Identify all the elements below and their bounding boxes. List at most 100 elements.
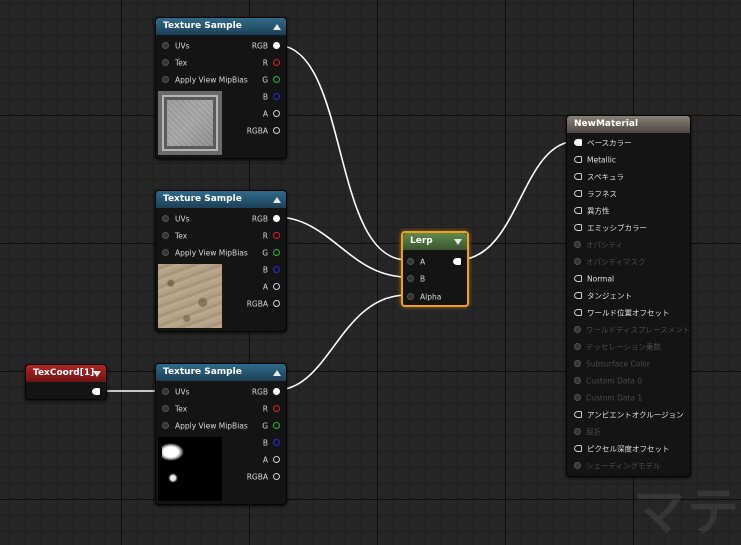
material-input-tangent[interactable]: タンジェント [574,287,632,304]
node-header[interactable]: Lerp [403,233,467,250]
texture-sample-node-2[interactable]: Texture Sample UVs Tex Apply View MipBia… [155,190,287,332]
output-b[interactable]: B [263,434,280,451]
output-g[interactable]: G [262,417,280,434]
pin-icon[interactable] [273,126,280,134]
pin-icon[interactable] [273,421,280,429]
texcoord-node[interactable]: TexCoord[1] [25,364,107,400]
input-tex[interactable]: Tex [162,227,187,244]
node-header[interactable]: Texture Sample [156,18,286,35]
output-rgb[interactable]: RGB [252,37,280,54]
material-input-base-color[interactable]: ベースカラー [574,134,632,151]
texture-sample-node-1[interactable]: Texture Sample UVs Tex Apply View MipBia… [155,17,287,159]
output-result[interactable] [448,253,461,270]
input-a[interactable]: A [407,253,425,270]
input-tex[interactable]: Tex [162,400,187,417]
pin-icon[interactable] [574,189,582,197]
collapse-arrow-icon[interactable] [273,197,281,203]
input-apply-view-mipbias[interactable]: Apply View MipBias [162,71,248,88]
input-alpha[interactable]: Alpha [407,288,441,305]
material-input-pixel-depth-offset[interactable]: ピクセル深度オフセット [574,440,670,457]
input-uvs[interactable]: UVs [162,210,190,227]
material-input-specular[interactable]: スペキュラ [574,168,624,185]
material-input-anisotropy[interactable]: 異方性 [574,202,610,219]
pin-icon[interactable] [162,387,169,395]
output-rgba[interactable]: RGBA [247,468,280,485]
output-g[interactable]: G [262,71,280,88]
output-g[interactable]: G [262,244,280,261]
node-header[interactable]: Texture Sample [156,364,286,381]
input-b[interactable]: B [407,270,425,287]
pin-icon[interactable] [407,274,414,282]
collapse-arrow-icon[interactable] [454,239,462,245]
material-input-metallic[interactable]: Metallic [574,151,616,168]
pin-icon[interactable] [574,291,582,299]
pin-icon[interactable] [574,155,582,163]
input-apply-view-mipbias[interactable]: Apply View MipBias [162,417,248,434]
pin-icon[interactable] [273,404,280,412]
material-input-roughness[interactable]: ラフネス [574,185,617,202]
pin-icon[interactable] [162,58,169,66]
pin-icon[interactable] [574,274,582,282]
material-input-emissive[interactable]: エミッシブカラー [574,219,647,236]
collapse-arrow-icon[interactable] [273,370,281,376]
material-input-ambient-occlusion[interactable]: アンビエントオクルージョン [574,406,684,423]
pin-icon[interactable] [273,75,280,83]
texture-sample-node-3[interactable]: Texture Sample UVs Tex Apply View MipBia… [155,363,287,505]
pin-icon[interactable] [162,214,169,222]
pin-icon[interactable] [273,92,280,100]
pin-icon[interactable] [273,438,280,446]
pin-icon[interactable] [574,138,582,146]
pin-icon[interactable] [574,172,582,180]
input-apply-view-mipbias[interactable]: Apply View MipBias [162,244,248,261]
collapse-arrow-icon[interactable] [273,24,281,30]
input-tex[interactable]: Tex [162,54,187,71]
pin-icon[interactable] [273,265,280,273]
pin-icon[interactable] [162,421,169,429]
node-header[interactable]: TexCoord[1] [26,365,106,382]
collapse-arrow-icon[interactable] [93,371,101,377]
output-uv[interactable] [87,383,100,400]
pin-icon[interactable] [453,257,461,265]
pin-icon[interactable] [162,248,169,256]
pin-icon[interactable] [273,109,280,117]
node-header[interactable]: NewMaterial [567,116,690,133]
pin-icon[interactable] [273,248,280,256]
output-a[interactable]: A [263,451,280,468]
input-uvs[interactable]: UVs [162,37,190,54]
pin-icon[interactable] [273,58,280,66]
output-rgb[interactable]: RGB [252,210,280,227]
pin-icon[interactable] [273,41,280,49]
pin-icon[interactable] [273,282,280,290]
pin-icon[interactable] [574,410,582,418]
pin-icon[interactable] [273,231,280,239]
pin-icon[interactable] [162,231,169,239]
pin-icon[interactable] [574,206,582,214]
material-result-node[interactable]: NewMaterial ベースカラー Metallic スペキュラ ラフネス 異… [566,115,691,477]
output-rgb[interactable]: RGB [252,383,280,400]
pin-icon[interactable] [273,472,280,480]
output-b[interactable]: B [263,261,280,278]
input-uvs[interactable]: UVs [162,383,190,400]
pin-icon[interactable] [162,41,169,49]
output-rgba[interactable]: RGBA [247,295,280,312]
output-b[interactable]: B [263,88,280,105]
pin-icon[interactable] [162,404,169,412]
output-a[interactable]: A [263,278,280,295]
lerp-node[interactable]: Lerp A B Alpha [401,231,469,307]
pin-icon[interactable] [407,292,414,300]
material-input-normal[interactable]: Normal [574,270,614,287]
material-input-world-position-offset[interactable]: ワールド位置オフセット [574,304,670,321]
output-r[interactable]: R [263,54,280,71]
pin-icon[interactable] [574,308,582,316]
output-rgba[interactable]: RGBA [247,122,280,139]
pin-icon[interactable] [574,444,582,452]
pin-icon[interactable] [92,387,100,395]
output-a[interactable]: A [263,105,280,122]
pin-icon[interactable] [273,214,280,222]
pin-icon[interactable] [273,299,280,307]
pin-icon[interactable] [407,257,414,265]
pin-icon[interactable] [273,455,280,463]
pin-icon[interactable] [273,387,280,395]
pin-icon[interactable] [162,75,169,83]
node-header[interactable]: Texture Sample [156,191,286,208]
